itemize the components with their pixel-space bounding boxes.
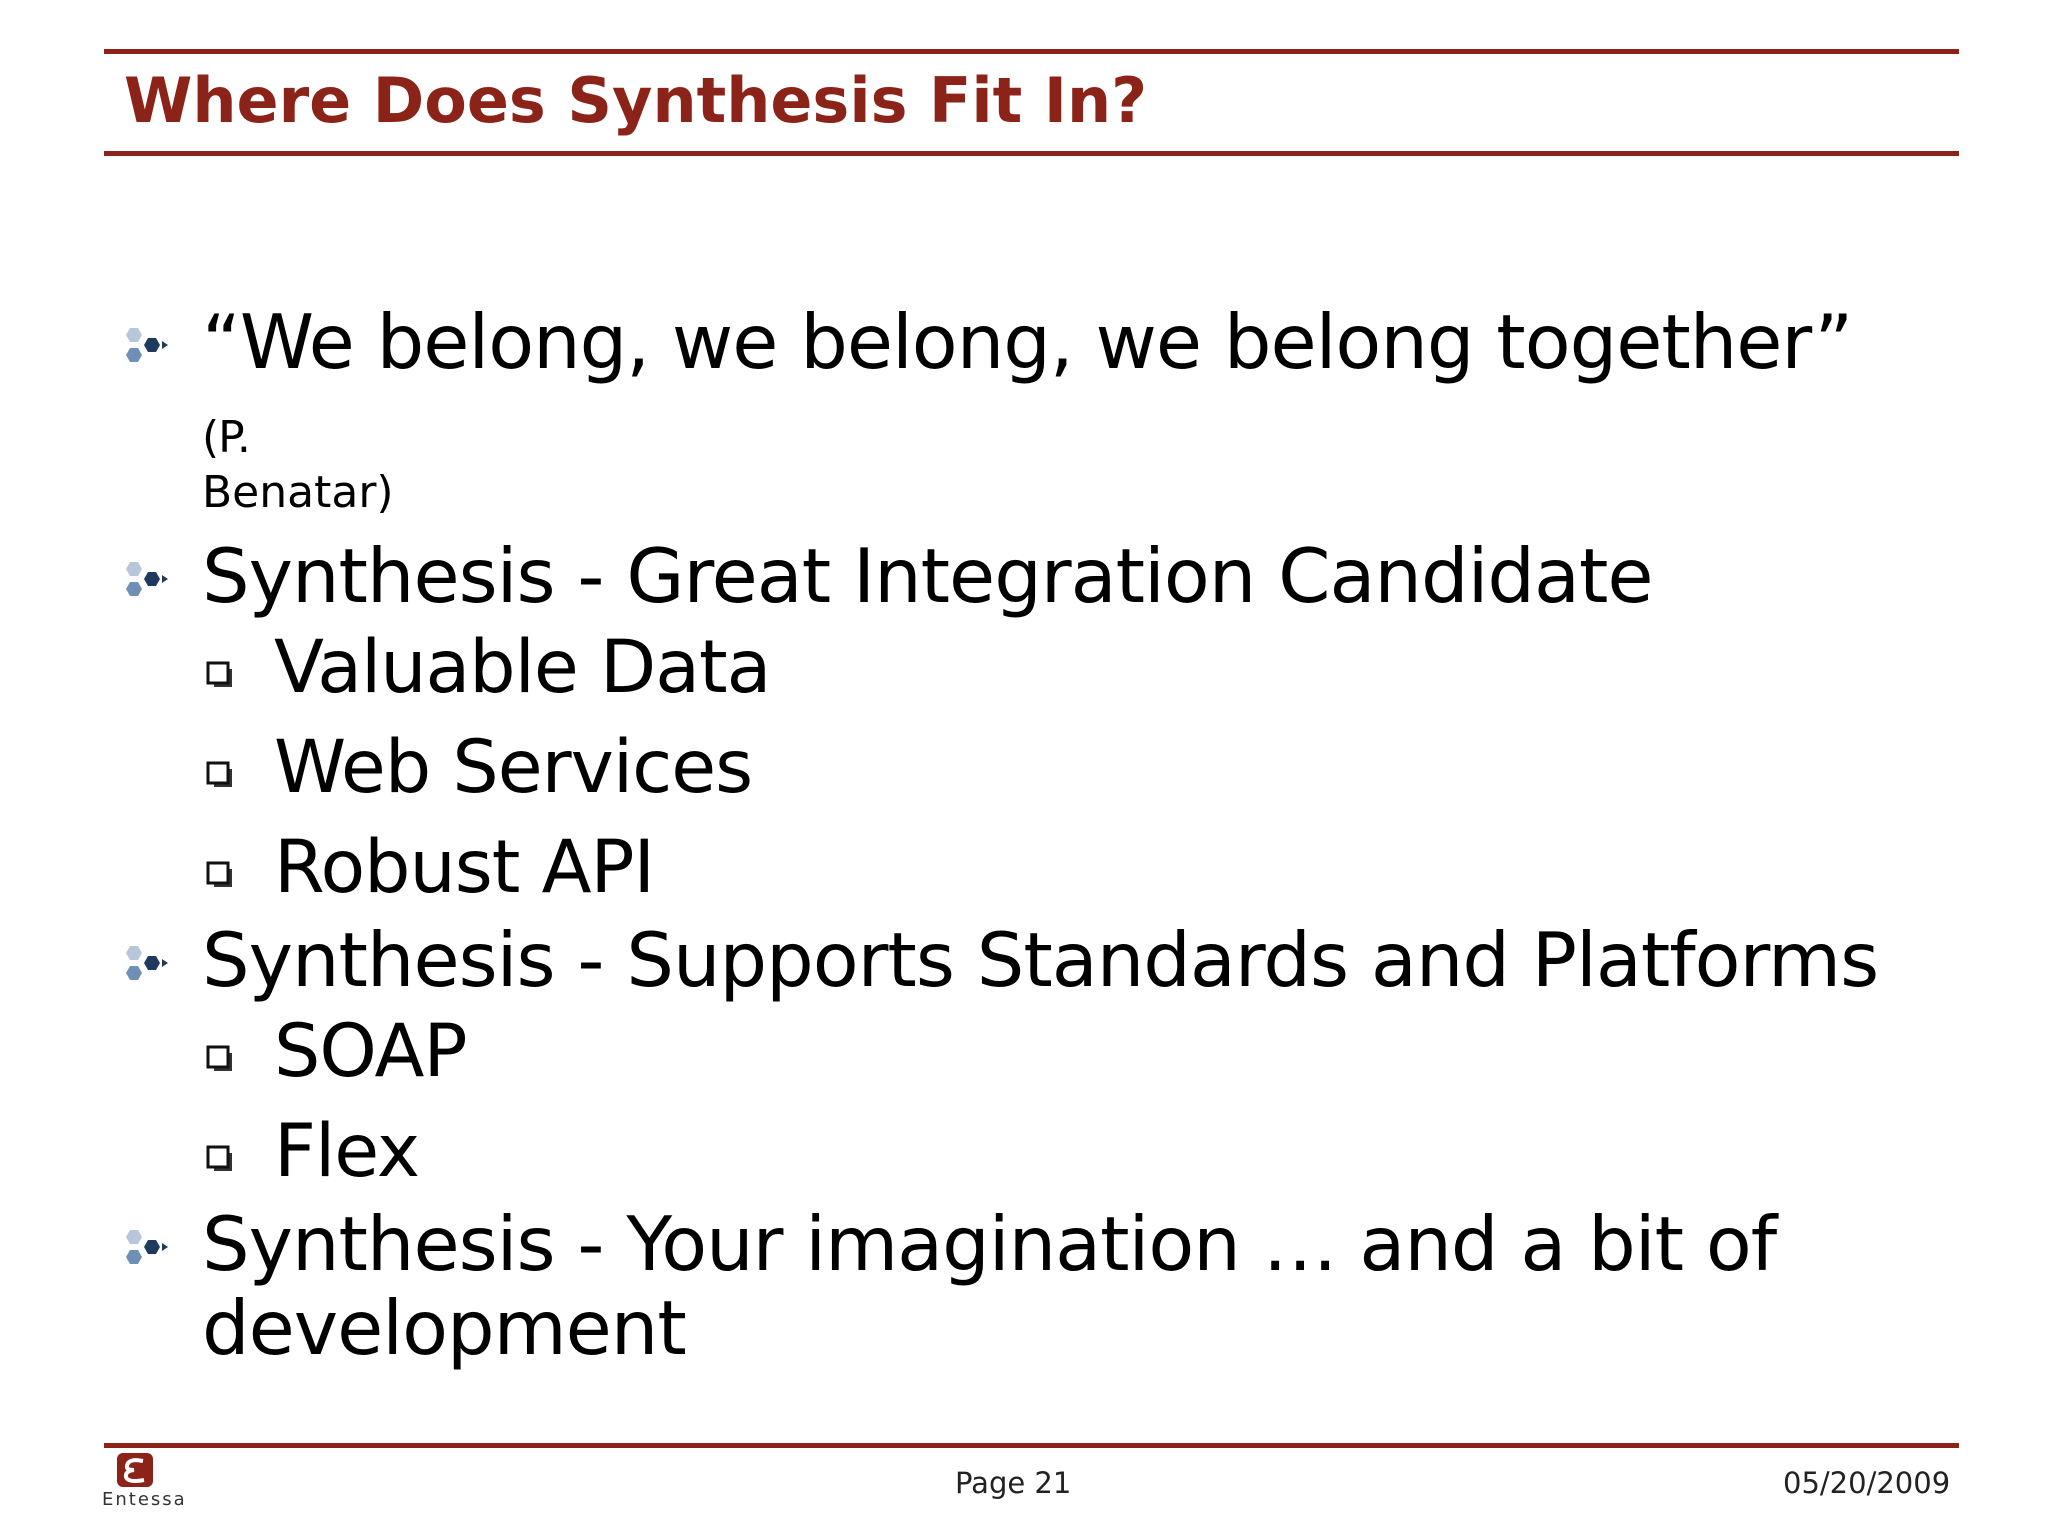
title-bottom-rule [104,151,1959,156]
logo-text: Entessa [102,1489,187,1510]
slide-body: “We belong, we belong, we belong togethe… [124,300,1904,1370]
entessa-logo: Entessa [102,1452,185,1512]
slide-date: 05/20/2009 [1783,1466,1951,1500]
checkbox-square-bullet-icon [206,1145,232,1171]
bullet-text: Synthesis - Supports Standards and Platf… [202,916,1879,1004]
attribution-note-cont: Benatar) [202,467,394,518]
bullet-item-quote: “We belong, we belong, we belong togethe… [124,300,1904,518]
sub-item: Robust API [124,818,1904,918]
footer-rule [104,1443,1959,1448]
bullet-text: “We belong, we belong, we belong togethe… [202,298,1853,463]
bullet-text-cont: development [202,1284,687,1372]
checkbox-square-bullet-icon [206,761,232,787]
hexagon-cluster-bullet-icon [126,562,168,596]
slide-title: Where Does Synthesis Fit In? [124,64,1148,137]
page-number: Page 21 [955,1466,1072,1500]
checkbox-square-bullet-icon [206,661,232,687]
bullet-text: Synthesis - Your imagination … and a bit… [202,1200,1777,1288]
sub-item-text: Flex [274,1109,420,1194]
sub-item: Web Services [124,718,1904,818]
sub-item-text: Valuable Data [274,625,771,710]
bullet-text: Synthesis - Great Integration Candidate [202,532,1654,620]
bullet-item-imagination: Synthesis - Your imagination … and a bit… [124,1202,1904,1370]
sub-item-text: Web Services [274,725,753,810]
attribution-note: (P. [202,412,251,463]
sub-item: SOAP [124,1002,1904,1102]
title-top-rule [104,49,1959,54]
hexagon-cluster-bullet-icon [126,946,168,980]
checkbox-square-bullet-icon [206,861,232,887]
sub-item: Valuable Data [124,618,1904,718]
hexagon-cluster-bullet-icon [126,328,168,362]
entessa-logo-icon [117,1453,153,1487]
sub-item: Flex [124,1102,1904,1202]
bullet-item-standards: Synthesis - Supports Standards and Platf… [124,918,1904,1002]
sub-item-text: SOAP [274,1009,467,1094]
hexagon-cluster-bullet-icon [126,1230,168,1264]
bullet-item-integration: Synthesis - Great Integration Candidate [124,534,1904,618]
checkbox-square-bullet-icon [206,1045,232,1071]
sub-item-text: Robust API [274,825,655,910]
